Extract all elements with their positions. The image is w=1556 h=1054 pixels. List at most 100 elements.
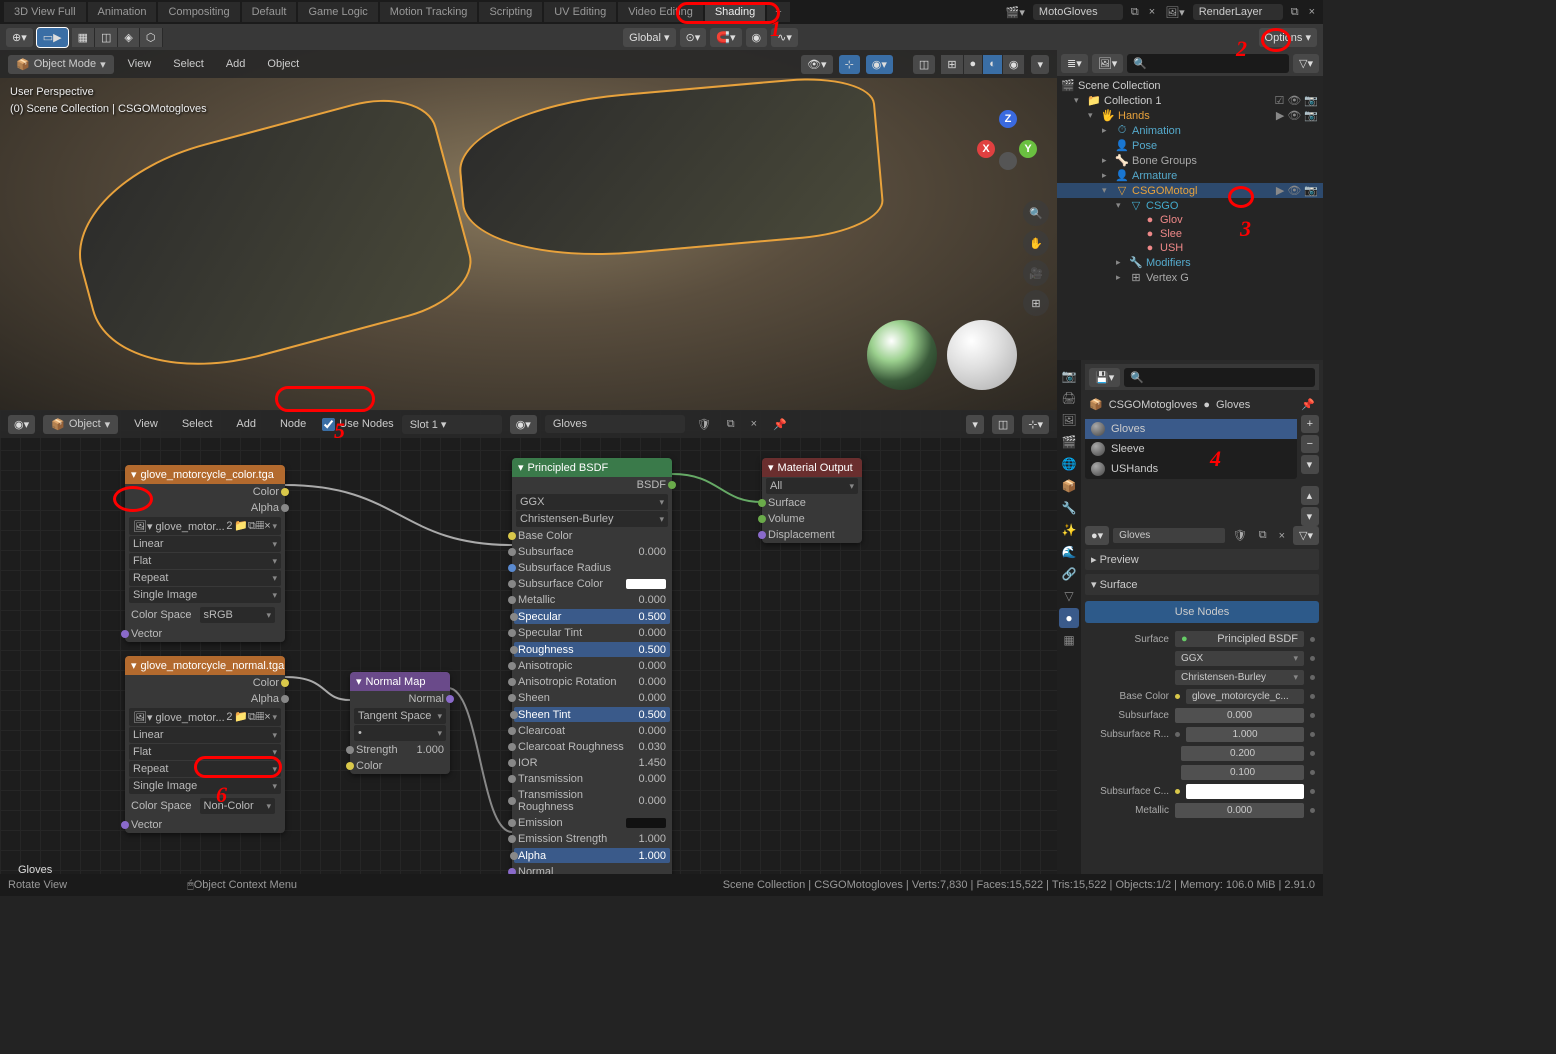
- material-slot-list[interactable]: GlovesSleeveUSHands: [1085, 419, 1297, 479]
- workspace-tab-motion-tracking[interactable]: Motion Tracking: [380, 2, 478, 22]
- workspace-tab-game-logic[interactable]: Game Logic: [298, 2, 377, 22]
- layer-copy-icon[interactable]: ⧉: [1287, 4, 1303, 21]
- ne-snap-icon[interactable]: ◫: [992, 415, 1014, 434]
- prop-subsurface-r--1[interactable]: 0.200: [1085, 744, 1319, 763]
- shading-rendered-icon[interactable]: ◉: [1003, 55, 1026, 74]
- prop-subsurface-c-[interactable]: Subsurface C...: [1085, 782, 1319, 801]
- outliner-search-input[interactable]: 🔍: [1127, 54, 1289, 73]
- shading-options-icon[interactable]: ▾: [1031, 55, 1049, 74]
- 3d-viewport[interactable]: 📦 Object Mode ▾ ViewSelectAddObject 👁▾ ⊹…: [0, 50, 1057, 410]
- bsdf-emission-strength[interactable]: Emission Strength1.000: [512, 831, 672, 847]
- editor-type-icon[interactable]: ◉▾: [8, 415, 35, 434]
- surface-panel-header[interactable]: ▾ Surface: [1085, 574, 1319, 595]
- proportional-icon[interactable]: ◉: [746, 28, 768, 47]
- distribution-dropdown[interactable]: GGX: [516, 494, 668, 510]
- camera-icon[interactable]: 🎥: [1023, 260, 1049, 286]
- scene-name-field[interactable]: MotoGloves: [1033, 4, 1123, 20]
- mat-link-icon[interactable]: ▽▾: [1293, 526, 1319, 545]
- shading-matpreview-icon[interactable]: ◐: [983, 55, 1003, 74]
- props-search-input[interactable]: 🔍: [1124, 368, 1315, 387]
- pivot-icon[interactable]: ⊙▾: [680, 28, 707, 47]
- remove-slot-button[interactable]: −: [1301, 435, 1319, 453]
- sss-method-dropdown[interactable]: Christensen-Burley: [516, 511, 668, 527]
- node-menu-view[interactable]: View: [126, 415, 166, 433]
- tab-viewlayer[interactable]: 🖼: [1059, 410, 1079, 430]
- tab-data[interactable]: ▽: [1059, 586, 1079, 606]
- shield-icon[interactable]: 🛡: [693, 416, 715, 433]
- tab-constraint[interactable]: 🔗: [1059, 564, 1079, 584]
- bsdf-roughness[interactable]: Roughness0.500: [514, 642, 670, 657]
- shield-icon[interactable]: 🛡: [1229, 527, 1251, 544]
- bsdf-subsurface-radius[interactable]: Subsurface Radius: [512, 560, 672, 576]
- outliner-item-csgomotogl[interactable]: ▾▽CSGOMotogl▶👁📷: [1057, 183, 1323, 198]
- snap-icon[interactable]: 🧲▾: [710, 28, 741, 47]
- workspace-tab-video-editing[interactable]: Video Editing: [618, 2, 703, 22]
- gizmo-visibility-icon[interactable]: 👁▾: [801, 55, 833, 74]
- outliner-item-slee[interactable]: ●Slee: [1057, 227, 1323, 241]
- image-texture-node-normal[interactable]: ▾glove_motorcycle_normal.tga Color Alpha…: [125, 656, 285, 833]
- tab-physics[interactable]: 🌊: [1059, 542, 1079, 562]
- tab-world[interactable]: 🌐: [1059, 454, 1079, 474]
- outliner-item-vertex-g[interactable]: ▸⊞Vertex G: [1057, 270, 1323, 285]
- pin-icon[interactable]: 📌: [769, 416, 791, 433]
- scene-collection-label[interactable]: Scene Collection: [1078, 80, 1161, 92]
- overlay-toggle-icon[interactable]: ◉▾: [866, 55, 893, 74]
- image-browse-field[interactable]: 🖼▾ glove_motor...2 📁⧉▦×: [129, 517, 281, 535]
- outliner[interactable]: ≣▾ 🖼▾ 🔍 ▽▾ 🎬Scene Collection ▾📁Collectio…: [1057, 50, 1323, 360]
- outliner-item-csgo[interactable]: ▾▽CSGO: [1057, 198, 1323, 213]
- curve-icon[interactable]: ∿▾: [771, 28, 798, 47]
- principled-bsdf-node[interactable]: ▾Principled BSDF BSDF GGX Christensen-Bu…: [512, 458, 672, 886]
- bsdf-transmission[interactable]: Transmission0.000: [512, 771, 672, 787]
- outliner-item-bone-groups[interactable]: ▸🦴Bone Groups: [1057, 153, 1323, 168]
- bsdf-specular-tint[interactable]: Specular Tint0.000: [512, 625, 672, 641]
- outliner-item-hands[interactable]: ▾🖐Hands▶👁📷: [1057, 108, 1323, 123]
- slot-menu-icon[interactable]: ▾: [1301, 455, 1319, 474]
- slot-down-icon[interactable]: ▾: [1301, 507, 1319, 526]
- surface-shader-dropdown[interactable]: ● Principled BSDF: [1175, 631, 1304, 647]
- transform-mode-icon-3[interactable]: ◈: [118, 28, 139, 47]
- prop-subsurface[interactable]: Subsurface0.000: [1085, 706, 1319, 725]
- material-name-field[interactable]: Gloves: [545, 415, 685, 433]
- zoom-icon[interactable]: 🔍: [1023, 200, 1049, 226]
- workspace-tab-scripting[interactable]: Scripting: [479, 2, 542, 22]
- outliner-item-collection-1[interactable]: ▾📁Collection 1☑👁📷: [1057, 93, 1323, 108]
- tab-modifier[interactable]: 🔧: [1059, 498, 1079, 518]
- viewport-menu-view[interactable]: View: [120, 55, 160, 73]
- shader-node-editor[interactable]: ◉▾ 📦 Object ▾ ViewSelectAddNode Use Node…: [0, 410, 1057, 886]
- bsdf-metallic[interactable]: Metallic0.000: [512, 592, 672, 608]
- uvmap-dropdown[interactable]: •: [354, 725, 446, 741]
- interp-dropdown[interactable]: Linear: [129, 727, 281, 743]
- material-slot-gloves[interactable]: Gloves: [1085, 419, 1297, 439]
- projection-dropdown[interactable]: Flat: [129, 553, 281, 569]
- gizmo-toggle-icon[interactable]: ⊹: [839, 55, 860, 74]
- material-browse-icon[interactable]: ●▾: [1085, 526, 1109, 545]
- ne-overlay-icon[interactable]: ▾: [966, 415, 984, 434]
- pin-icon[interactable]: 📌: [1301, 398, 1315, 411]
- prop-subsurface-r--2[interactable]: 0.100: [1085, 763, 1319, 782]
- transform-mode-icon[interactable]: ▦: [72, 28, 95, 47]
- tab-output[interactable]: 🖨: [1059, 388, 1079, 408]
- viewport-menu-object[interactable]: Object: [259, 55, 307, 73]
- nav-gizmo[interactable]: Z Y X: [977, 110, 1037, 170]
- sss-dropdown[interactable]: Christensen-Burley: [1175, 670, 1304, 685]
- bsdf-sheen[interactable]: Sheen0.000: [512, 690, 672, 706]
- workspace-tab-animation[interactable]: Animation: [88, 2, 157, 22]
- workspace-tab-uv-editing[interactable]: UV Editing: [544, 2, 616, 22]
- props-type-icon[interactable]: 💾▾: [1089, 368, 1120, 387]
- workspace-tab-default[interactable]: Default: [242, 2, 297, 22]
- colorspace-dropdown[interactable]: sRGB: [200, 607, 275, 623]
- bsdf-base-color[interactable]: Base Color: [512, 528, 672, 544]
- normal-map-node[interactable]: ▾Normal Map Normal Tangent Space • Stren…: [350, 672, 450, 774]
- mode-dropdown[interactable]: 📦 Object Mode ▾: [8, 55, 114, 74]
- outliner-item-modifiers[interactable]: ▸🔧Modifiers: [1057, 255, 1323, 270]
- mat-unlink-icon[interactable]: ×: [1275, 528, 1289, 544]
- preview-panel-header[interactable]: ▸ Preview: [1085, 549, 1319, 570]
- bsdf-clearcoat-roughness[interactable]: Clearcoat Roughness0.030: [512, 739, 672, 755]
- cursor-tool-icon[interactable]: ⊕▾: [6, 28, 33, 47]
- scene-close-icon[interactable]: ×: [1145, 4, 1159, 20]
- node-menu-select[interactable]: Select: [174, 415, 221, 433]
- outliner-item-glov[interactable]: ●Glov: [1057, 213, 1323, 227]
- material-browse-icon[interactable]: ◉▾: [510, 415, 537, 434]
- options-dropdown[interactable]: Options ▾: [1259, 28, 1318, 47]
- tab-render[interactable]: 📷: [1059, 366, 1079, 386]
